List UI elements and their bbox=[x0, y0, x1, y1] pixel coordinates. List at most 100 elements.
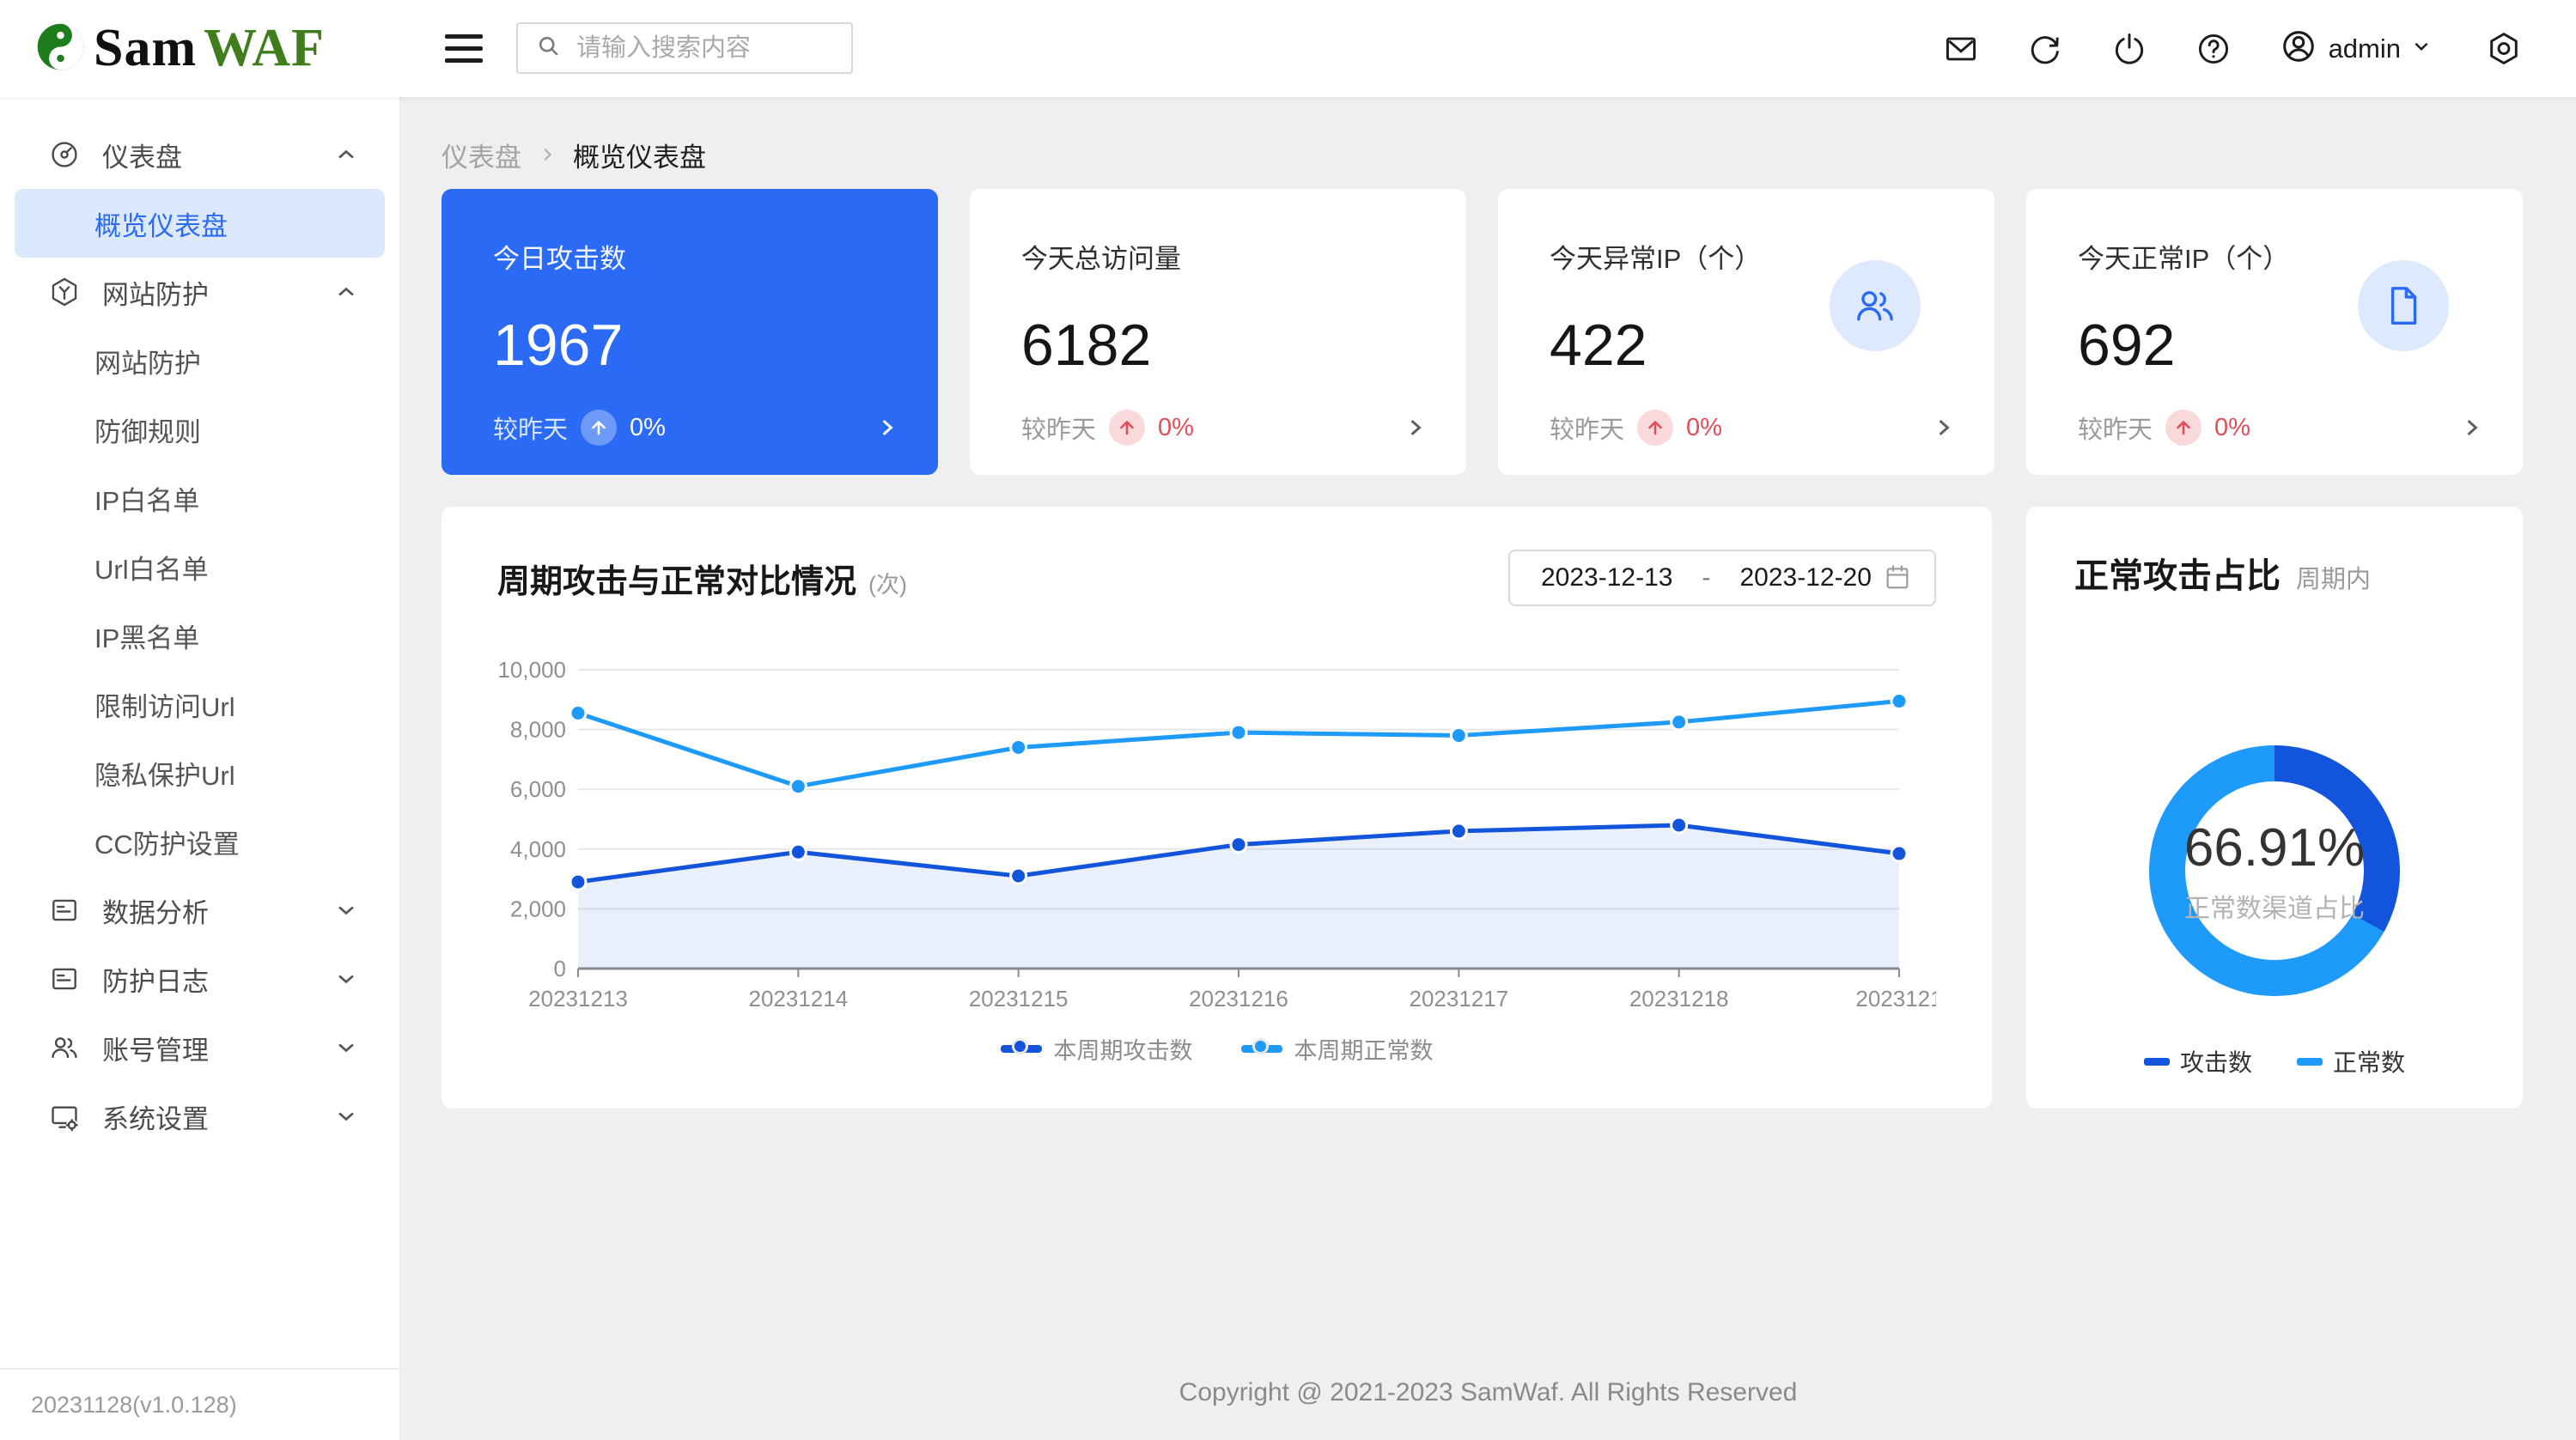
card-today-abnormal-ip: 今天异常IP（个） 422 较昨天 0% bbox=[1498, 189, 1994, 475]
breadcrumb-current: 概览仪表盘 bbox=[573, 136, 706, 174]
version-label: 20231128(v1.0.128) bbox=[0, 1368, 399, 1440]
sidebar-item-system-settings[interactable]: 系统设置 bbox=[15, 1082, 385, 1151]
file-icon bbox=[2358, 260, 2449, 351]
svg-text:2,000: 2,000 bbox=[510, 896, 566, 921]
svg-text:20231217: 20231217 bbox=[1409, 986, 1508, 1012]
legend-marker bbox=[2144, 1058, 2170, 1066]
legend-item-attack[interactable]: 本周期攻击数 bbox=[1001, 1032, 1193, 1066]
sidebar-item-data-analysis[interactable]: 数据分析 bbox=[15, 876, 385, 945]
user-avatar-icon bbox=[2279, 27, 2318, 70]
svg-text:20231214: 20231214 bbox=[748, 986, 848, 1012]
chevron-right-icon bbox=[537, 144, 557, 165]
legend-item-normal-count[interactable]: 正常数 bbox=[2297, 1044, 2405, 1078]
users-icon bbox=[1830, 260, 1921, 351]
donut-title: 正常攻击占比 bbox=[2074, 548, 2281, 598]
arrow-up-icon bbox=[2165, 410, 2201, 446]
svg-text:8,000: 8,000 bbox=[510, 717, 566, 743]
refresh-icon[interactable] bbox=[2026, 30, 2064, 68]
svg-text:0: 0 bbox=[554, 956, 566, 981]
settings-gear-icon[interactable] bbox=[2485, 30, 2523, 68]
legend-marker bbox=[1241, 1045, 1282, 1053]
sidebar: 仪表盘 概览仪表盘 网站防护 网站防护 防御规则 IP白名单 Url白名单 IP… bbox=[0, 97, 400, 1440]
logo-text: SamWAF bbox=[94, 18, 325, 79]
sidebar-item-site-protection-group[interactable]: 网站防护 bbox=[15, 258, 385, 326]
chart-unit-label: (次) bbox=[868, 566, 907, 599]
card-value: 6182 bbox=[1021, 312, 1415, 379]
stat-cards: 今日攻击数 1967 较昨天 0% 今天总访问量 6182 较昨天 bbox=[442, 189, 2523, 475]
legend-item-attack-count[interactable]: 攻击数 bbox=[2144, 1044, 2252, 1078]
date-range-picker[interactable]: 2023-12-13 - 2023-12-20 bbox=[1508, 550, 1936, 606]
chevron-right-icon[interactable] bbox=[1403, 415, 1428, 441]
svg-text:10,000: 10,000 bbox=[497, 657, 566, 683]
svg-text:2023121: 2023121 bbox=[1855, 986, 1936, 1012]
menu-collapse-button[interactable] bbox=[445, 28, 483, 68]
chart-title: 周期攻击与正常对比情况 bbox=[497, 555, 856, 602]
legend-item-normal[interactable]: 本周期正常数 bbox=[1241, 1032, 1434, 1066]
users-icon bbox=[47, 1030, 82, 1065]
sidebar-item-ip-blacklist[interactable]: IP黑名单 bbox=[15, 601, 385, 670]
chevron-down-icon bbox=[333, 966, 359, 996]
sidebar-item-ip-whitelist[interactable]: IP白名单 bbox=[15, 464, 385, 532]
date-end: 2023-12-20 bbox=[1739, 563, 1871, 592]
normal-attack-ratio-panel: 正常攻击占比 周期内 66.91% 正常数渠道占比 攻击数 正常数 bbox=[2026, 507, 2523, 1109]
power-icon[interactable] bbox=[2110, 30, 2148, 68]
sidebar-item-protection-logs[interactable]: 防护日志 bbox=[15, 945, 385, 1013]
chevron-right-icon[interactable] bbox=[874, 415, 900, 441]
sidebar-item-privacy-url[interactable]: 隐私保护Url bbox=[15, 738, 385, 807]
arrow-up-icon bbox=[1109, 410, 1145, 446]
yinyang-logo-icon bbox=[36, 22, 85, 76]
app-logo: SamWAF bbox=[36, 0, 325, 97]
legend-marker bbox=[1001, 1045, 1042, 1053]
chevron-right-icon[interactable] bbox=[2459, 415, 2485, 441]
dashboard-icon bbox=[47, 137, 82, 172]
topbar-actions: admin bbox=[1896, 0, 2523, 97]
svg-text:4,000: 4,000 bbox=[510, 836, 566, 862]
attack-normal-chart-panel: 周期攻击与正常对比情况 (次) 2023-12-13 - 2023-12-20 … bbox=[442, 507, 1992, 1109]
chevron-right-icon[interactable] bbox=[1931, 415, 1957, 441]
top-bar: SamWAF bbox=[0, 0, 2576, 97]
monitor-gear-icon bbox=[47, 1099, 82, 1133]
attack-normal-line-chart: 0 2,000 4,000 6,000 8,000 10,000 20231213 20231… bbox=[497, 610, 1936, 1013]
chart-legend: 本周期攻击数 本周期正常数 bbox=[497, 1032, 1936, 1066]
legend-marker bbox=[2297, 1058, 2323, 1066]
sidebar-item-restrict-url[interactable]: 限制访问Url bbox=[15, 670, 385, 738]
breadcrumb: 仪表盘 概览仪表盘 bbox=[442, 138, 2523, 171]
arrow-up-icon bbox=[1637, 410, 1673, 446]
global-search bbox=[516, 22, 853, 74]
search-input[interactable] bbox=[576, 34, 836, 63]
sidebar-item-account-management[interactable]: 账号管理 bbox=[15, 1013, 385, 1082]
donut-center-label: 正常数渠道占比 bbox=[2184, 887, 2365, 925]
copyright-footer: Copyright @ 2021-2023 SamWaf. All Rights… bbox=[400, 1378, 2576, 1407]
chevron-down-icon bbox=[333, 1035, 359, 1065]
sidebar-item-defense-rules[interactable]: 防御规则 bbox=[15, 395, 385, 464]
chevron-up-icon bbox=[333, 279, 359, 309]
arrow-up-icon bbox=[581, 410, 617, 446]
donut-subtitle: 周期内 bbox=[2296, 559, 2371, 595]
mail-icon[interactable] bbox=[1942, 30, 1980, 68]
svg-text:6,000: 6,000 bbox=[510, 776, 566, 802]
sidebar-item-url-whitelist[interactable]: Url白名单 bbox=[15, 532, 385, 601]
chevron-up-icon bbox=[333, 142, 359, 172]
sidebar-item-dashboard[interactable]: 仪表盘 bbox=[15, 120, 385, 189]
username-label: admin bbox=[2329, 33, 2401, 64]
breadcrumb-parent[interactable]: 仪表盘 bbox=[442, 136, 521, 174]
log-list-icon bbox=[47, 962, 82, 996]
search-icon bbox=[533, 31, 564, 66]
sidebar-item-cc-protection[interactable]: CC防护设置 bbox=[15, 807, 385, 876]
date-start: 2023-12-13 bbox=[1541, 563, 1672, 592]
chevron-down-icon bbox=[333, 1103, 359, 1133]
chevron-down-icon bbox=[2409, 34, 2433, 63]
sidebar-item-overview-dashboard[interactable]: 概览仪表盘 bbox=[15, 189, 385, 258]
donut-legend: 攻击数 正常数 bbox=[2074, 1044, 2475, 1078]
shield-icon bbox=[47, 275, 82, 309]
svg-text:20231213: 20231213 bbox=[528, 986, 628, 1012]
donut-center-value: 66.91% bbox=[2184, 817, 2365, 878]
svg-text:20231218: 20231218 bbox=[1629, 986, 1729, 1012]
main-content: 仪表盘 概览仪表盘 今日攻击数 1967 较昨天 0% bbox=[400, 97, 2576, 1440]
svg-text:20231215: 20231215 bbox=[969, 986, 1069, 1012]
sidebar-item-site-protection[interactable]: 网站防护 bbox=[15, 326, 385, 395]
card-value: 1967 bbox=[493, 312, 886, 379]
user-menu[interactable]: admin bbox=[2279, 27, 2433, 70]
help-icon[interactable] bbox=[2195, 30, 2232, 68]
card-today-normal-ip: 今天正常IP（个） 692 较昨天 0% bbox=[2026, 189, 2523, 475]
